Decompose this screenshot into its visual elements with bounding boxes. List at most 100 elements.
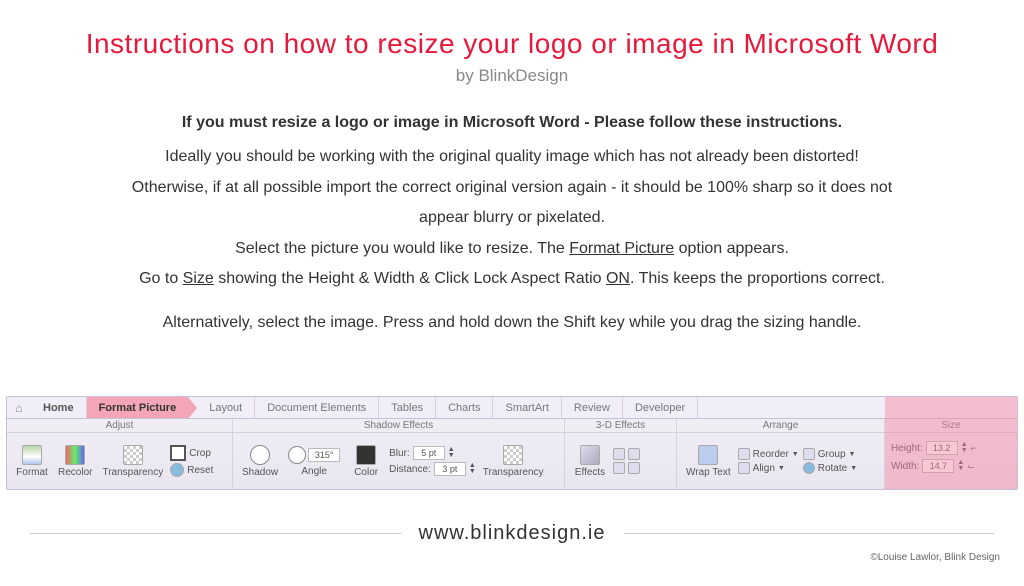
width-input[interactable]: 14.7 — [922, 459, 954, 473]
shadow-transparency-button[interactable]: Transparency — [480, 443, 547, 480]
label: Align — [753, 463, 775, 474]
tab-review[interactable]: Review — [562, 397, 623, 418]
reset-button[interactable]: Reset — [170, 463, 213, 477]
rotate-icon — [803, 462, 815, 474]
height-row: Height:13.2▲▼⌐ — [891, 441, 976, 455]
paragraph: Go to Size showing the Height & Width & … — [62, 264, 962, 294]
group-shadow-effects: Shadow Effects Shadow 315° Angle Color B… — [233, 419, 565, 489]
color-icon — [356, 445, 376, 465]
crop-button[interactable]: Crop — [170, 445, 213, 461]
label: Format — [16, 467, 48, 478]
label: Reset — [187, 465, 213, 476]
reset-icon — [170, 463, 184, 477]
wrap-text-button[interactable]: Wrap Text — [683, 443, 734, 480]
crop-icon — [170, 445, 186, 461]
instruction-body: If you must resize a logo or image in Mi… — [62, 108, 962, 339]
stepper-icon[interactable]: ▲▼ — [957, 460, 964, 472]
tilt-icon[interactable] — [628, 462, 640, 474]
group-arrange: Arrange Wrap Text Reorder▼ Align▼ Group▼… — [677, 419, 885, 489]
distance-row: Distance:3 pt▲▼ — [389, 462, 476, 476]
blur-row: Blur:5 pt▲▼ — [389, 446, 476, 460]
divider — [30, 533, 401, 534]
wrap-text-icon — [698, 445, 718, 465]
label: Rotate — [818, 463, 847, 474]
text: showing the Height & Width & Click Lock … — [214, 270, 606, 287]
lead-paragraph: If you must resize a logo or image in Mi… — [62, 108, 962, 138]
group-label: Size — [885, 419, 1017, 433]
reorder-icon — [738, 448, 750, 460]
angle-icon — [288, 446, 306, 464]
tab-smartart[interactable]: SmartArt — [493, 397, 561, 418]
cube-icon — [580, 445, 600, 465]
paragraph: appear blurry or pixelated. — [62, 203, 962, 233]
picture-icon — [22, 445, 42, 465]
stepper-icon[interactable]: ▲▼ — [469, 463, 476, 475]
rotate-button[interactable]: Rotate▼ — [803, 462, 857, 474]
distance-input[interactable]: 3 pt — [434, 462, 466, 476]
group-objects-button[interactable]: Group▼ — [803, 448, 857, 460]
recolor-button[interactable]: Recolor — [55, 443, 95, 480]
effects-button[interactable]: Effects — [571, 443, 609, 480]
label: Crop — [189, 448, 211, 459]
format-button[interactable]: Format — [13, 443, 51, 480]
tab-developer[interactable]: Developer — [623, 397, 698, 418]
label: Recolor — [58, 467, 92, 478]
label: Reorder — [753, 449, 789, 460]
label: Color — [354, 467, 378, 478]
group-label: Arrange — [677, 419, 884, 433]
byline: by BlinkDesign — [0, 66, 1024, 86]
label: Transparency — [483, 467, 544, 478]
label: Distance: — [389, 464, 431, 475]
home-icon[interactable]: ⌂ — [7, 397, 31, 418]
shadow-button[interactable]: Shadow — [239, 443, 281, 480]
group-3d-effects: 3-D Effects Effects — [565, 419, 677, 489]
crop-corner-icon: ⌙ — [967, 461, 975, 472]
chevron-down-icon: ▼ — [850, 465, 857, 472]
stepper-icon[interactable]: ▲▼ — [961, 442, 968, 454]
tab-document-elements[interactable]: Document Elements — [255, 397, 379, 418]
align-button[interactable]: Align▼ — [738, 462, 799, 474]
label: Shadow — [242, 467, 278, 478]
tilt-icon[interactable] — [628, 448, 640, 460]
transparency-button[interactable]: Transparency — [99, 443, 166, 480]
label: Height: — [891, 443, 923, 454]
label: Group — [818, 449, 846, 460]
transparency-icon — [123, 445, 143, 465]
tilt-icon[interactable] — [613, 462, 625, 474]
angle-value[interactable]: 315° — [308, 448, 340, 462]
tab-format-picture[interactable]: Format Picture — [87, 397, 190, 418]
blur-input[interactable]: 5 pt — [413, 446, 445, 460]
angle-button[interactable]: 315° Angle — [285, 444, 343, 479]
size-ref: Size — [183, 270, 214, 287]
tab-home[interactable]: Home — [31, 397, 87, 418]
text: Go to — [139, 270, 183, 287]
transparency-icon — [503, 445, 523, 465]
ribbon: ⌂ Home Format Picture Layout Document El… — [6, 396, 1018, 490]
ribbon-groups: Adjust Format Recolor Transparency Crop … — [7, 419, 1017, 489]
label: Effects — [575, 467, 605, 478]
page-title: Instructions on how to resize your logo … — [0, 28, 1024, 60]
paragraph: Otherwise, if at all possible import the… — [62, 173, 962, 203]
tilt-icon[interactable] — [613, 448, 625, 460]
chevron-down-icon: ▼ — [849, 451, 856, 458]
stepper-icon[interactable]: ▲▼ — [448, 447, 455, 459]
tab-tables[interactable]: Tables — [379, 397, 436, 418]
paragraph: Alternatively, select the image. Press a… — [62, 308, 962, 338]
label: Angle — [301, 466, 327, 477]
group-icon — [803, 448, 815, 460]
height-input[interactable]: 13.2 — [926, 441, 958, 455]
ribbon-tabs: ⌂ Home Format Picture Layout Document El… — [7, 397, 1017, 419]
divider — [624, 533, 995, 534]
tab-charts[interactable]: Charts — [436, 397, 493, 418]
on-ref: ON — [606, 270, 630, 287]
group-label: Adjust — [7, 419, 232, 433]
tab-layout[interactable]: Layout — [189, 397, 255, 418]
paragraph: Ideally you should be working with the o… — [62, 142, 962, 172]
align-icon — [738, 462, 750, 474]
shadow-color-button[interactable]: Color — [347, 443, 385, 480]
crop-corner-icon: ⌐ — [971, 443, 976, 453]
group-adjust: Adjust Format Recolor Transparency Crop … — [7, 419, 233, 489]
group-label: Shadow Effects — [233, 419, 564, 433]
reorder-button[interactable]: Reorder▼ — [738, 448, 799, 460]
label: Wrap Text — [686, 467, 731, 478]
